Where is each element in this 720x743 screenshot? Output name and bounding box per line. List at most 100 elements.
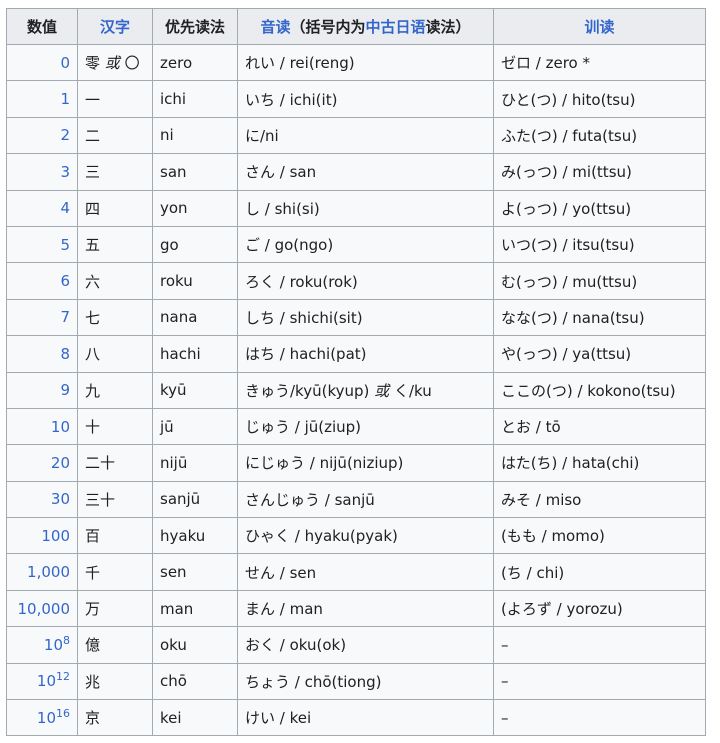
header-kun-reading: 训读: [493, 8, 706, 45]
kanji-char: 十: [85, 418, 101, 437]
value-base: 10: [36, 672, 56, 691]
kanji-cell: 百: [77, 517, 153, 555]
value-link[interactable]: 7: [60, 308, 70, 326]
value-cell: 1,000: [6, 553, 78, 591]
kanji-cell: 兆: [77, 662, 153, 701]
preferred-cell: man: [152, 589, 238, 628]
kanji-cell: 一: [77, 80, 153, 118]
kanji-cell: 万: [77, 589, 153, 628]
kanji-cell: 京: [77, 699, 153, 737]
on-reading-text: きゅう/kyū(kyup): [245, 381, 370, 400]
kanji-char: 二: [85, 126, 101, 145]
header-kanji: 汉字: [77, 8, 153, 45]
table-row: 1016 京 kei けい / kei –: [6, 699, 706, 737]
on-reading-text: けい / kei: [245, 709, 312, 728]
value-link[interactable]: 108: [43, 633, 70, 654]
table-row: 100 百 hyaku ひゃく / hyaku(pyak) (もも / momo): [6, 517, 706, 555]
value-cell: 2: [6, 116, 78, 155]
on-reading-text: じゅう / jū(ziup): [245, 418, 362, 437]
on-reading-cell: しち / shichi(sit): [237, 298, 494, 337]
value-link[interactable]: 10: [51, 418, 70, 436]
on-reading-text: ご / go(ngo): [245, 236, 334, 255]
value-link[interactable]: 30: [51, 490, 70, 508]
value-exponent: 8: [63, 633, 70, 647]
value-cell: 0: [6, 43, 78, 82]
kun-reading-cell: (よろず / yorozu): [493, 589, 706, 628]
kun-reading-link[interactable]: 训读: [584, 18, 614, 36]
header-preferred: 优先读法: [152, 8, 238, 45]
on-reading-cell: はち / hachi(pat): [237, 335, 494, 373]
value-link[interactable]: 8: [60, 345, 70, 363]
japanese-numerals-table: 数值 汉字 优先读法 音读（括号内为中古日语读法） 训读 0零 或 〇 zero れ…: [6, 8, 706, 737]
value-link[interactable]: 20: [51, 454, 70, 472]
on-reading-cell: まん / man: [237, 589, 494, 628]
value-link[interactable]: 1: [60, 90, 70, 108]
kanji-link[interactable]: 汉字: [100, 18, 130, 36]
value-cell: 9: [6, 371, 78, 409]
on-reading-text: に/ni: [245, 126, 279, 145]
value-link[interactable]: 5: [60, 236, 70, 254]
table-row: 10 十 jū じゅう / jū(ziup) とお / tō: [6, 407, 706, 446]
kun-reading-cell: –: [493, 699, 706, 737]
value-link[interactable]: 0: [60, 54, 70, 72]
table-row: 2 二 ni に/ni ふた(つ) / futa(tsu): [6, 116, 706, 155]
on-reading-cell: さん / san: [237, 153, 494, 191]
kanji-char: 四: [85, 199, 101, 218]
preferred-cell: jū: [152, 407, 238, 446]
on-reading-cell: ひゃく / hyaku(pyak): [237, 517, 494, 555]
on-reading-cell: ちょう / chō(tiong): [237, 662, 494, 701]
on-reading-cell: きゅう/kyū(kyup) 或 く/ku: [237, 371, 494, 409]
kun-reading-cell: み(っつ) / mi(ttsu): [493, 153, 706, 191]
kanji-cell: 千: [77, 553, 153, 591]
value-cell: 5: [6, 225, 78, 264]
kanji-char: 零: [85, 54, 101, 73]
on-reading-text: ろく / roku(rok): [245, 272, 358, 291]
value-link[interactable]: 1016: [37, 706, 70, 727]
value-link[interactable]: 9: [60, 381, 70, 399]
kanji-cell: 三: [77, 153, 153, 191]
table-row: 9 九 kyū きゅう/kyū(kyup) 或 く/ku ここの(つ) / kokono…: [6, 371, 706, 409]
kun-reading-cell: ひと(つ) / hito(tsu): [493, 80, 706, 118]
kanji-cell: 二: [77, 116, 153, 155]
on-reading-link[interactable]: 音读: [260, 18, 290, 36]
preferred-cell: ichi: [152, 80, 238, 118]
or-text: 或: [104, 54, 120, 73]
header-on-paren-close: 读法）: [425, 18, 471, 36]
on-reading-cell: に/ni: [237, 116, 494, 155]
value-link[interactable]: 2: [60, 126, 70, 144]
value-link[interactable]: 10,000: [18, 600, 71, 618]
table-row: 8 八 hachi はち / hachi(pat) や(っつ) / ya(ttsu): [6, 335, 706, 373]
kanji-char: 一: [85, 90, 101, 109]
value-cell: 7: [6, 298, 78, 337]
preferred-cell: oku: [152, 626, 238, 664]
kun-reading-cell: よ(っつ) / yo(ttsu): [493, 189, 706, 227]
value-link[interactable]: 100: [41, 527, 70, 545]
kanji-cell: 七: [77, 298, 153, 337]
on-reading-text: し / shi(si): [245, 199, 320, 218]
kanji-char: 兆: [85, 672, 101, 691]
on-reading-cell: さんじゅう / sanjū: [237, 480, 494, 519]
kanji-char: 千: [85, 563, 101, 582]
on-reading-cell: けい / kei: [237, 699, 494, 737]
kanji-char: 百: [85, 527, 101, 546]
value-cell: 10,000: [6, 589, 78, 628]
preferred-cell: hachi: [152, 335, 238, 373]
on-reading-alt: く/ku: [393, 381, 432, 400]
middle-japanese-link[interactable]: 中古日语: [366, 18, 426, 36]
value-base: 10: [43, 635, 63, 654]
kanji-char: 三: [85, 163, 101, 182]
value-exponent: 16: [56, 706, 70, 720]
value-link[interactable]: 1,000: [27, 563, 70, 581]
kun-reading-cell: なな(つ) / nana(tsu): [493, 298, 706, 337]
value-link[interactable]: 3: [60, 163, 70, 181]
table-row: 7 七 nana しち / shichi(sit) なな(つ) / nana(tsu): [6, 298, 706, 337]
preferred-cell: go: [152, 225, 238, 264]
kun-reading-cell: む(っつ) / mu(ttsu): [493, 262, 706, 300]
value-link[interactable]: 1012: [36, 671, 70, 691]
value-link[interactable]: 6: [60, 272, 70, 290]
value-link[interactable]: 4: [60, 199, 70, 217]
value-cell: 30: [6, 480, 78, 519]
kun-reading-cell: –: [493, 662, 706, 701]
kanji-cell: 億: [77, 626, 153, 664]
kanji-cell: 八: [77, 335, 153, 373]
